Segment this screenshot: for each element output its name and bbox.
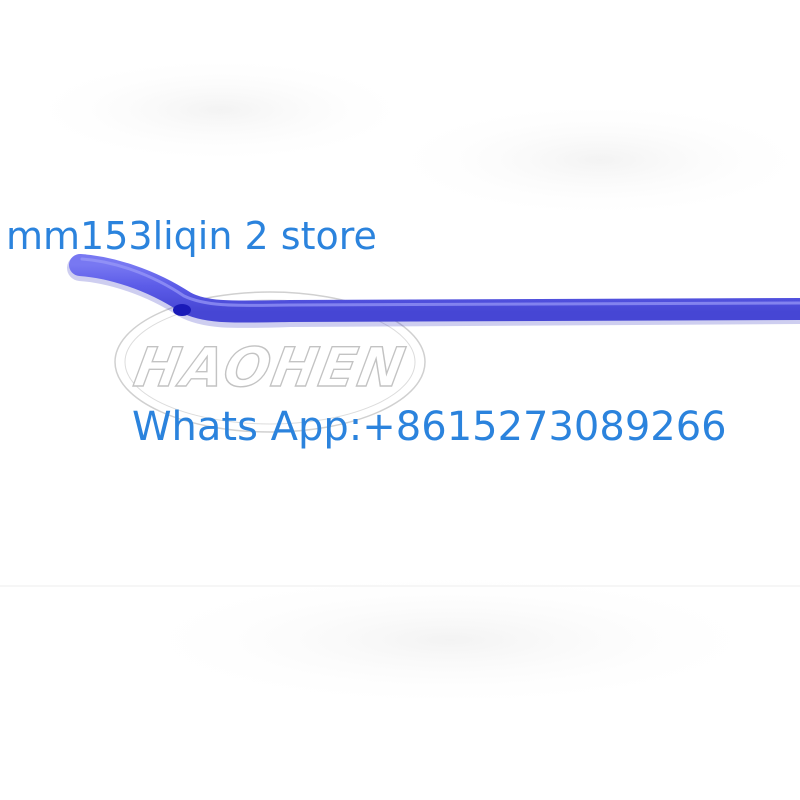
drainage-eye xyxy=(173,304,191,316)
product-photo: HAOHEN mm153liqin 2 store Whats App:+861… xyxy=(0,0,800,800)
contact-watermark: Whats App:+8615273089266 xyxy=(132,404,727,450)
logo-text: HAOHEN xyxy=(130,335,412,399)
store-watermark: mm153liqin 2 store xyxy=(6,214,377,258)
product-scene: HAOHEN xyxy=(67,254,800,433)
catheter-tube xyxy=(67,254,800,329)
